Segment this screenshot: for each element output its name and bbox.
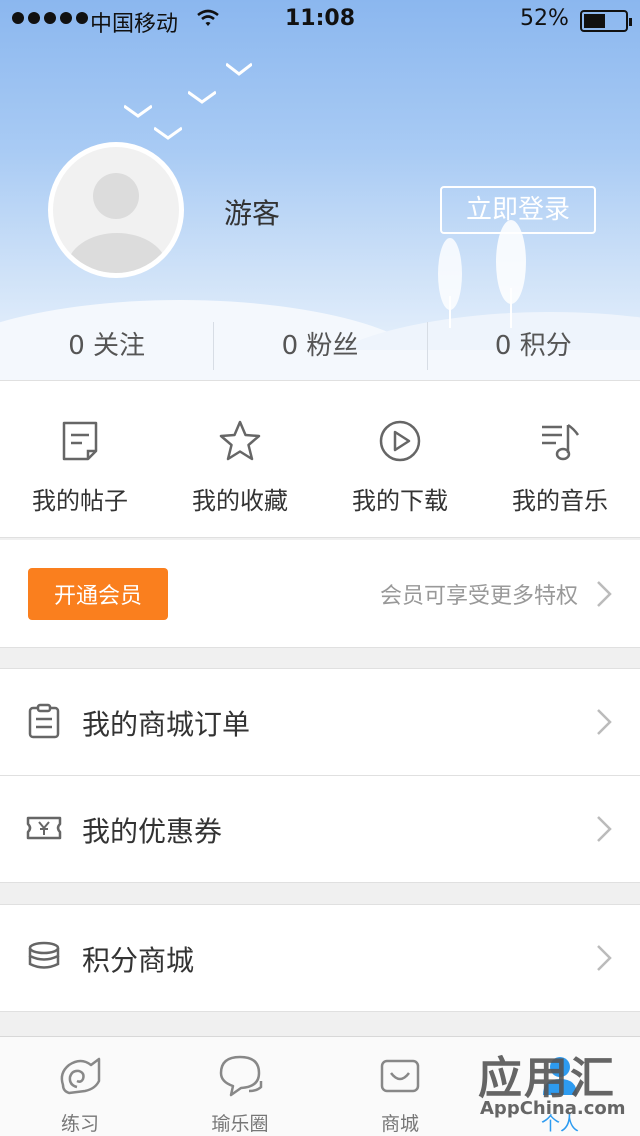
battery-percent: 52% — [520, 6, 569, 31]
tab-practice[interactable]: 练习 — [0, 1037, 160, 1136]
divider — [0, 1011, 640, 1012]
menu-item-label: 我的优惠券 — [82, 815, 223, 848]
menu-item-mall-orders[interactable]: 我的商城订单 — [0, 669, 640, 775]
coupon-icon — [26, 816, 62, 840]
chevron-right-icon — [597, 816, 612, 842]
clipboard-icon — [28, 703, 60, 739]
my-downloads-button[interactable]: 我的下载 — [320, 381, 480, 537]
stat-following[interactable]: 0 关注 — [0, 318, 213, 374]
tree-decoration — [438, 238, 462, 328]
appchina-watermark: 应用汇 AppChina.com — [476, 1040, 640, 1136]
star-icon — [219, 420, 261, 461]
open-membership-button[interactable]: 开通会员 — [28, 568, 168, 620]
quick-action-label: 我的音乐 — [512, 487, 608, 515]
menu-item-label: 我的商城订单 — [82, 708, 251, 741]
chevron-right-icon — [597, 945, 612, 971]
shop-icon — [380, 1059, 420, 1093]
quick-actions: 我的帖子 我的收藏 我的下载 我的音乐 — [0, 380, 640, 538]
bird-icon — [188, 90, 216, 104]
profile-stats: 0 关注 0 粉丝 0 积分 — [0, 318, 640, 374]
my-music-button[interactable]: 我的音乐 — [480, 381, 640, 537]
status-bar: 中国移动 11:08 52% — [0, 0, 640, 40]
login-button[interactable]: 立即登录 — [440, 186, 596, 234]
my-posts-button[interactable]: 我的帖子 — [0, 381, 160, 537]
battery-icon — [580, 10, 632, 32]
profile-header: 中国移动 11:08 52% 游客 立即登录 0 关注 0 粉丝 0 积分 — [0, 0, 640, 380]
membership-description: 会员可享受更多特权 — [379, 584, 578, 609]
bird-icon — [124, 104, 152, 118]
chat-icon — [219, 1055, 263, 1097]
chevron-right-icon — [597, 709, 612, 735]
quick-action-label: 我的收藏 — [192, 487, 288, 515]
music-icon — [542, 423, 580, 461]
watermark-subtitle: AppChina.com — [480, 1098, 626, 1119]
tab-label: 瑜乐圈 — [211, 1113, 269, 1135]
bird-icon — [226, 62, 252, 76]
practice-icon — [60, 1057, 101, 1095]
stat-followers[interactable]: 0 粉丝 — [213, 318, 426, 374]
quick-action-label: 我的下载 — [352, 487, 448, 515]
menu-item-label: 积分商城 — [82, 944, 195, 977]
chevron-right-icon — [597, 581, 612, 607]
tab-shop[interactable]: 商城 — [320, 1037, 480, 1136]
divider — [0, 882, 640, 883]
watermark-title: 应用汇 — [478, 1053, 616, 1104]
avatar[interactable] — [48, 142, 184, 278]
menu-item-coupons[interactable]: 我的优惠券 — [0, 776, 640, 882]
stat-points[interactable]: 0 积分 — [426, 318, 640, 374]
my-favorites-button[interactable]: 我的收藏 — [160, 381, 320, 537]
quick-action-label: 我的帖子 — [32, 487, 128, 515]
download-play-icon — [379, 420, 421, 462]
bird-icon — [154, 126, 182, 140]
menu-item-points-mall[interactable]: 积分商城 — [0, 905, 640, 1011]
post-icon — [62, 421, 98, 461]
tab-label: 商城 — [380, 1113, 419, 1135]
tab-yoga-circle[interactable]: 瑜乐圈 — [160, 1037, 320, 1136]
tab-label: 练习 — [60, 1113, 99, 1135]
username: 游客 — [224, 197, 281, 230]
membership-row[interactable]: 开通会员 会员可享受更多特权 — [0, 540, 640, 648]
coins-icon — [28, 941, 60, 969]
tree-decoration — [496, 220, 526, 328]
